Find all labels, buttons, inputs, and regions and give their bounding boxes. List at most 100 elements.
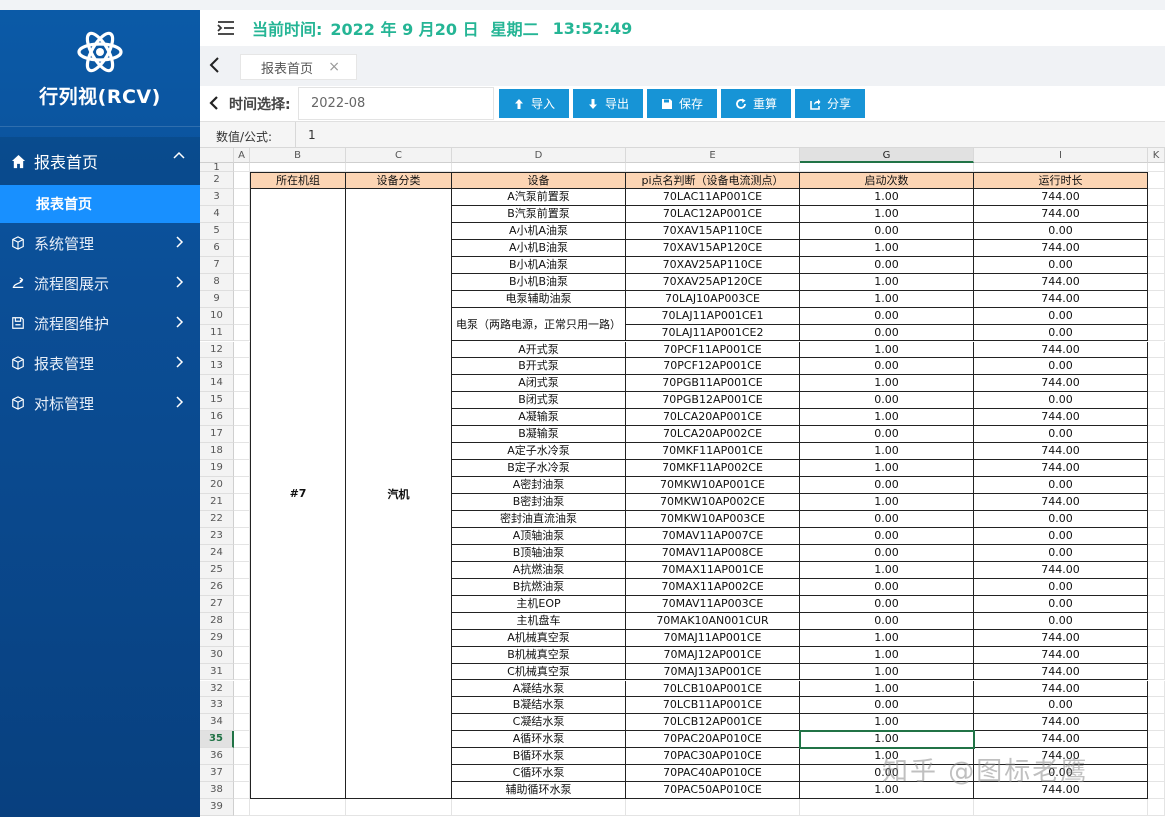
run-hours-cell[interactable]: 744.00 — [974, 205, 1148, 223]
start-count-cell[interactable]: 1.00 — [800, 443, 974, 461]
row-header[interactable]: 26 — [200, 578, 234, 596]
device-cell[interactable]: 辅助循环水泵 — [452, 782, 626, 800]
run-hours-cell[interactable]: 0.00 — [974, 578, 1148, 596]
grid-cell[interactable] — [1148, 511, 1165, 528]
save-button[interactable]: 保存 — [647, 89, 717, 118]
grid-cell[interactable] — [1148, 307, 1165, 325]
spreadsheet[interactable]: A B C D E G I K 1 2 3 4 5 6 7 8 9 10 11 12 13 14 15 16 17 18 19 20 2… — [200, 148, 1165, 817]
row-header[interactable]: 6 — [200, 239, 234, 257]
row-header[interactable]: 5 — [200, 222, 234, 240]
device-cell[interactable]: C机械真空泵 — [452, 663, 626, 681]
column-header-a[interactable]: A — [234, 148, 250, 163]
grid-cell[interactable] — [1148, 612, 1165, 630]
row-header[interactable]: 11 — [200, 324, 234, 342]
row-header[interactable]: 34 — [200, 714, 234, 732]
grid-cell[interactable] — [1148, 222, 1165, 240]
grid-cell[interactable] — [250, 163, 346, 172]
start-count-cell[interactable]: 0.00 — [800, 358, 974, 376]
pi-point-cell[interactable]: 70XAV25AP120CE — [626, 273, 800, 291]
start-count-cell[interactable]: 1.00 — [800, 375, 974, 393]
run-hours-cell[interactable]: 744.00 — [974, 646, 1148, 664]
grid-cell[interactable] — [1148, 578, 1165, 596]
pi-point-cell[interactable]: 70PAC50AP010CE — [626, 782, 800, 800]
row-header[interactable]: 18 — [200, 443, 234, 461]
grid-cell[interactable] — [1148, 290, 1165, 308]
start-count-cell[interactable]: 0.00 — [800, 527, 974, 545]
grid-cell[interactable] — [234, 697, 250, 715]
grid-cell[interactable] — [234, 375, 250, 393]
device-cell[interactable]: A凝输泵 — [452, 409, 626, 427]
grid-cell[interactable] — [1148, 188, 1165, 206]
device-cell[interactable]: B循环水泵 — [452, 748, 626, 766]
device-cell[interactable]: B顶轴油泵 — [452, 544, 626, 562]
run-hours-cell[interactable]: 0.00 — [974, 595, 1148, 613]
grid-cell[interactable] — [1148, 477, 1165, 495]
device-cell[interactable]: A闭式泵 — [452, 375, 626, 393]
pi-point-cell[interactable]: 70MAK10AN001CUR — [626, 612, 800, 630]
pi-point-cell[interactable]: 70MAV11AP008CE — [626, 544, 800, 562]
formula-value[interactable]: 1 — [308, 128, 316, 142]
pi-point-cell[interactable]: 70MKW10AP003CE — [626, 511, 800, 528]
grid-cell[interactable] — [1148, 663, 1165, 681]
pi-point-cell[interactable]: 70XAV15AP110CE — [626, 222, 800, 240]
row-header[interactable]: 33 — [200, 697, 234, 715]
column-header-i[interactable]: I — [974, 148, 1148, 163]
grid-cell[interactable] — [234, 511, 250, 528]
grid-cell[interactable] — [234, 426, 250, 444]
run-hours-cell[interactable]: 744.00 — [974, 663, 1148, 681]
pi-point-cell[interactable]: 70PCF12AP001CE — [626, 358, 800, 376]
grid-cell[interactable] — [234, 477, 250, 495]
chevron-left-icon[interactable] — [208, 95, 220, 111]
grid-cell[interactable] — [1148, 561, 1165, 579]
grid-cell[interactable] — [234, 443, 250, 461]
grid-cell[interactable] — [1148, 714, 1165, 732]
grid-cell[interactable] — [234, 527, 250, 545]
run-hours-cell[interactable]: 744.00 — [974, 375, 1148, 393]
grid-cell[interactable] — [234, 663, 250, 681]
pi-point-cell[interactable]: 70XAV25AP110CE — [626, 256, 800, 274]
grid-cell[interactable] — [626, 163, 800, 172]
grid-cell[interactable] — [1148, 426, 1165, 444]
grid-cell[interactable] — [234, 392, 250, 410]
grid-cell[interactable] — [234, 595, 250, 613]
menu-flow-display[interactable]: 流程图展示 — [0, 263, 200, 303]
device-cell[interactable]: 主机盘车 — [452, 612, 626, 630]
device-cell[interactable]: 主机EOP — [452, 595, 626, 613]
run-hours-cell[interactable]: 744.00 — [974, 273, 1148, 291]
row-header[interactable]: 37 — [200, 765, 234, 783]
grid-cell[interactable] — [974, 163, 1148, 172]
start-count-cell[interactable]: 0.00 — [800, 612, 974, 630]
grid-cell[interactable] — [1148, 544, 1165, 562]
grid-cell[interactable] — [234, 163, 250, 172]
row-header[interactable]: 28 — [200, 612, 234, 630]
start-count-cell[interactable]: 1.00 — [800, 731, 974, 749]
pi-point-cell[interactable]: 70LCB10AP001CE — [626, 680, 800, 698]
pi-point-cell[interactable]: 70MKW10AP001CE — [626, 477, 800, 495]
start-count-cell[interactable]: 1.00 — [800, 341, 974, 359]
grid-cell[interactable] — [234, 222, 250, 240]
grid-cell[interactable] — [234, 290, 250, 308]
grid-cell[interactable] — [1148, 443, 1165, 461]
run-hours-cell[interactable]: 744.00 — [974, 341, 1148, 359]
recalculate-button[interactable]: 重算 — [721, 89, 791, 118]
row-header[interactable]: 17 — [200, 426, 234, 444]
row-header[interactable]: 8 — [200, 273, 234, 291]
row-header[interactable]: 39 — [200, 799, 234, 817]
pi-point-cell[interactable]: 70MAV11AP003CE — [626, 595, 800, 613]
run-hours-cell[interactable]: 0.00 — [974, 527, 1148, 545]
menu-system-management[interactable]: 系统管理 — [0, 223, 200, 263]
device-cell[interactable]: B定子水冷泵 — [452, 460, 626, 478]
grid-cell[interactable] — [234, 748, 250, 766]
device-cell[interactable]: B凝结水泵 — [452, 697, 626, 715]
start-count-cell[interactable]: 1.00 — [800, 646, 974, 664]
pi-point-cell[interactable]: 70PAC40AP010CE — [626, 765, 800, 783]
grid-cell[interactable] — [234, 782, 250, 800]
run-hours-cell[interactable]: 744.00 — [974, 443, 1148, 461]
start-count-cell[interactable]: 0.00 — [800, 511, 974, 528]
start-count-cell[interactable]: 1.00 — [800, 629, 974, 647]
grid-cell[interactable] — [346, 799, 452, 817]
row-header[interactable]: 29 — [200, 629, 234, 647]
pi-point-cell[interactable]: 70PAC20AP010CE — [626, 731, 800, 749]
grid-cell[interactable] — [1148, 782, 1165, 800]
run-hours-cell[interactable]: 744.00 — [974, 680, 1148, 698]
